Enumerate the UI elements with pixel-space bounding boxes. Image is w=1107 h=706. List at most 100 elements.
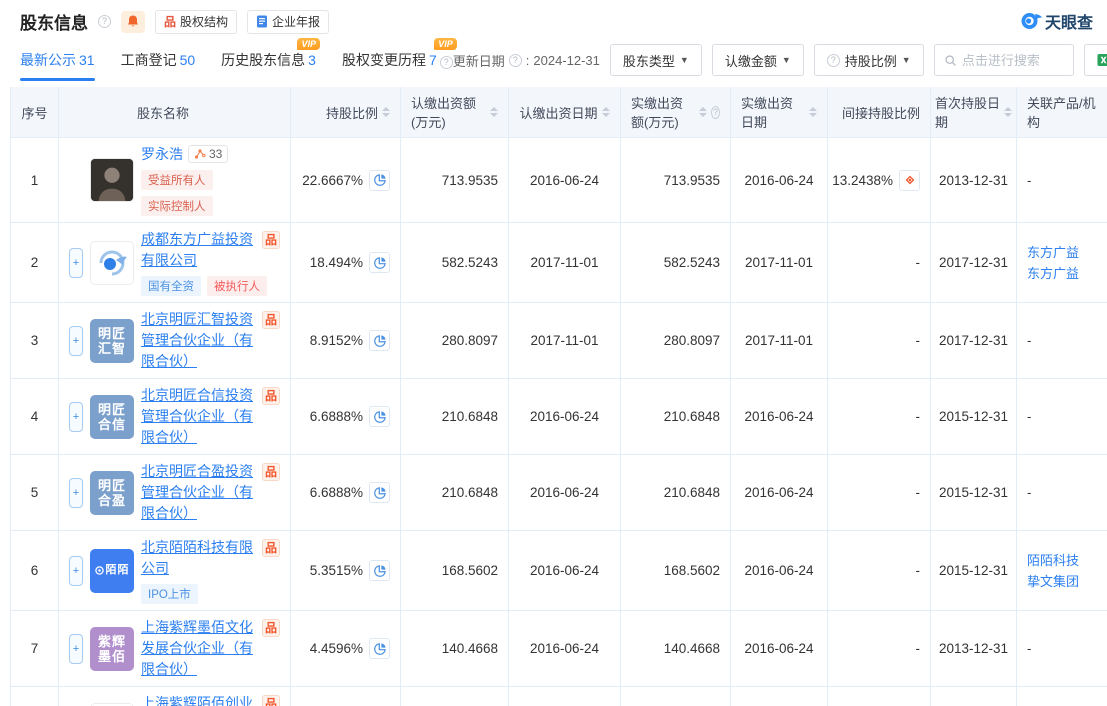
expand-button[interactable]: + [69, 556, 83, 586]
filter-dropdown-3[interactable]: ?持股比例▼ [814, 44, 924, 76]
shareholder-name-link[interactable]: 北京明匠合盈投资管理合伙企业（有限合伙） [141, 461, 257, 524]
expand-button[interactable]: + [69, 478, 83, 508]
expand-button[interactable]: + [69, 248, 83, 278]
help-icon[interactable]: ? [98, 15, 111, 28]
tab-label: 最新公示 [20, 52, 76, 68]
equity-structure-icon[interactable]: 品 [262, 311, 280, 329]
ratio-value: 6.6888% [310, 485, 363, 500]
pie-chart-icon[interactable] [369, 170, 390, 191]
expand-button[interactable]: + [69, 402, 83, 432]
subscribed-date: 2017-11-01 [509, 223, 621, 302]
column-header-7[interactable]: 实缴出资日期 [731, 87, 828, 137]
tab-2[interactable]: 工商登记50 [121, 50, 196, 81]
paid-date: 2016-06-24 [731, 531, 828, 610]
tag-blue[interactable]: 国有全资 [141, 276, 201, 296]
tag-red[interactable]: 被执行人 [207, 276, 267, 296]
sort-icon[interactable] [382, 107, 390, 117]
equity-structure-icon[interactable]: 品 [262, 387, 280, 405]
shareholder-name-link[interactable]: 北京陌陌科技有限公司 [141, 537, 257, 579]
ratio-cell: 5.3515% [291, 531, 401, 610]
related-product-link[interactable]: 挚文集团 [1027, 572, 1079, 591]
equity-structure-button[interactable]: 品 股权结构 [155, 10, 237, 34]
column-header-5[interactable]: 认缴出资日期 [509, 87, 621, 137]
related-product-link[interactable]: 东方广益 [1027, 243, 1079, 262]
shareholder-logo [90, 241, 134, 285]
column-header-1: 序号 [11, 87, 59, 137]
search-input[interactable] [962, 53, 1063, 68]
filter-dropdowns: 股东类型▼ 认缴金额▼ ?持股比例▼ [610, 44, 924, 76]
annual-report-button[interactable]: 企业年报 [247, 10, 329, 34]
filter-dropdown-1[interactable]: 股东类型▼ [610, 44, 702, 76]
chevron-down-icon: ▼ [782, 55, 791, 65]
column-header-4[interactable]: 认缴出资额(万元) [401, 87, 509, 137]
shareholder-name-link[interactable]: 罗永浩 [141, 144, 183, 165]
related-products-cell: 东方广益东方广益 [1017, 223, 1107, 302]
expand-button[interactable]: + [69, 326, 83, 356]
sort-icon[interactable] [1004, 107, 1012, 117]
table-row: 2 + 成都东方广益投资有限公司 品 国有全资被执行人 18.494% 582.… [11, 223, 1107, 303]
tab-4[interactable]: 股权变更历程7VIP? [342, 50, 453, 81]
equity-structure-icon[interactable]: 品 [262, 619, 280, 637]
column-header-9[interactable]: 首次持股日期 [931, 87, 1017, 137]
first-holding-date: 2017-12-31 [931, 303, 1017, 378]
tab-help-icon[interactable]: ? [440, 56, 453, 69]
indirect-ratio-cell: - [828, 303, 931, 378]
equity-structure-icon[interactable]: 品 [262, 463, 280, 481]
equity-structure-icon[interactable]: 品 [262, 695, 280, 706]
indirect-ratio-cell: - [828, 531, 931, 610]
column-header-3[interactable]: 持股比例 [291, 87, 401, 137]
subscribed-date: 2016-06-24 [509, 687, 621, 706]
filter-dropdown-2[interactable]: 认缴金额▼ [712, 44, 804, 76]
subscribed-date: 2016-06-24 [509, 611, 621, 686]
tag-orange[interactable]: 受益所有人 [141, 170, 213, 190]
paid-amount: 582.5243 [621, 223, 731, 302]
table-header-row: 序号股东名称持股比例认缴出资额(万元)认缴出资日期实缴出资额(万元)?实缴出资日… [11, 87, 1107, 138]
shareholder-name-link[interactable]: 上海紫辉陌佰创业投资合伙企业（有限合伙） [141, 693, 257, 706]
equity-structure-icon[interactable]: 品 [262, 539, 280, 557]
tab-3[interactable]: 历史股东信息3VIP [221, 50, 316, 81]
brand-logo[interactable]: 天眼查 [1020, 9, 1093, 33]
equity-structure-icon[interactable]: 品 [262, 231, 280, 249]
vip-badge: VIP [434, 38, 457, 50]
shareholder-name-link[interactable]: 北京明匠合信投资管理合伙企业（有限合伙） [141, 385, 257, 448]
tab-1[interactable]: 最新公示31 [20, 50, 95, 81]
tab-label: 工商登记 [121, 52, 177, 68]
related-product-link[interactable]: 陌陌科技 [1027, 551, 1079, 570]
related-products-cell: - [1017, 379, 1107, 454]
name-block: 北京明匠合信投资管理合伙企业（有限合伙） 品 [141, 385, 280, 448]
related-product-link: - [1027, 485, 1031, 500]
paid-amount: 116.5049 [621, 687, 731, 706]
pie-chart-icon[interactable] [369, 330, 390, 351]
pie-chart-icon[interactable] [369, 482, 390, 503]
update-help-icon[interactable]: ? [509, 54, 522, 67]
shareholder-name-link[interactable]: 上海紫辉墨佰文化发展合伙企业（有限合伙） [141, 617, 257, 680]
row-index: 6 [11, 531, 59, 610]
sort-icon[interactable] [699, 107, 707, 117]
column-header-6[interactable]: 实缴出资额(万元)? [621, 87, 731, 137]
pie-chart-icon[interactable] [369, 560, 390, 581]
sort-icon[interactable] [490, 107, 498, 117]
shareholder-name-link[interactable]: 北京明匠汇智投资管理合伙企业（有限合伙） [141, 309, 257, 372]
export-button[interactable]: 导出 [1084, 44, 1107, 76]
name-block: 北京明匠汇智投资管理合伙企业（有限合伙） 品 [141, 309, 280, 372]
expand-button[interactable]: + [69, 634, 83, 664]
indirect-ratio-value: - [916, 255, 921, 270]
search-box[interactable] [934, 44, 1074, 76]
tabs-toolbar-row: 最新公示31工商登记50历史股东信息3VIP股权变更历程7VIP? 更新日期?:… [0, 34, 1107, 81]
tag-orange[interactable]: 实际控制人 [141, 196, 213, 216]
column-label: 首次持股日期 [935, 93, 1000, 131]
column-help-icon[interactable]: ? [711, 106, 720, 119]
tag-blue[interactable]: IPO上市 [141, 584, 198, 604]
sort-icon[interactable] [602, 107, 610, 117]
table-body: 1 罗永浩 33 受益所有人实际控制人 22.6667% [11, 138, 1107, 706]
pie-chart-icon[interactable] [369, 252, 390, 273]
pie-chart-icon[interactable] [369, 406, 390, 427]
sort-icon[interactable] [809, 107, 817, 117]
related-products-cell: 紫辉创投 [1017, 687, 1107, 706]
shareholder-name-link[interactable]: 成都东方广益投资有限公司 [141, 229, 257, 271]
bell-icon[interactable] [121, 11, 145, 33]
related-product-link[interactable]: 东方广益 [1027, 264, 1079, 283]
indirect-detail-icon[interactable] [899, 170, 920, 191]
relation-graph-badge[interactable]: 33 [188, 145, 228, 163]
pie-chart-icon[interactable] [369, 638, 390, 659]
